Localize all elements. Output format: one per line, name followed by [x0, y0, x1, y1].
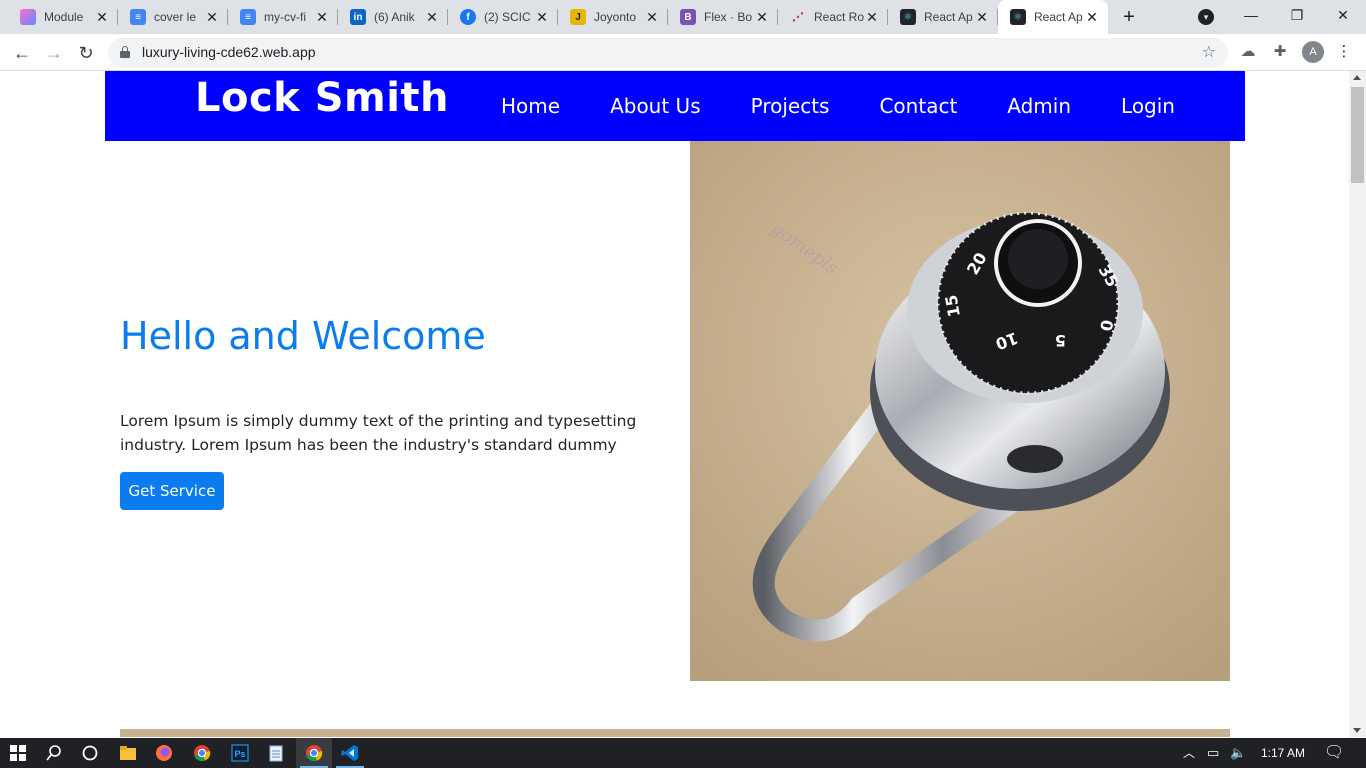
svg-text:Ps: Ps — [235, 749, 246, 759]
linkedin-icon: in — [350, 9, 366, 25]
notepad-icon[interactable] — [258, 738, 294, 768]
site-navbar: Lock Smith Home About Us Projects Contac… — [105, 71, 1245, 141]
browser-toolbar: ← → ↻ luxury-living-cde62.web.app ☆ ☁ ✚ … — [0, 34, 1366, 71]
padlock-image: 20 35 15 0 10 5 gomepls — [690, 141, 1230, 681]
nav-projects[interactable]: Projects — [751, 94, 830, 118]
joyonto-favicon-icon: J — [570, 9, 586, 25]
browser-tab[interactable]: ⋰ React Ro ✕ — [778, 0, 888, 34]
close-tab-icon[interactable]: ✕ — [534, 9, 550, 25]
windows-start-icon[interactable] — [0, 738, 36, 768]
react-icon: ⚛ — [1010, 9, 1026, 25]
show-hidden-icons-icon[interactable]: ︿ — [1183, 738, 1195, 768]
nav-about-us[interactable]: About Us — [610, 94, 701, 118]
file-explorer-icon[interactable] — [110, 738, 146, 768]
close-tab-icon[interactable]: ✕ — [974, 9, 990, 25]
cortana-icon[interactable] — [72, 738, 108, 768]
menu-kebab-icon[interactable]: ⋮ — [1334, 42, 1354, 62]
facebook-icon: f — [460, 9, 476, 25]
browser-tab[interactable]: f (2) SCIC ✕ — [448, 0, 558, 34]
browser-tab[interactable]: B Flex · Bo ✕ — [668, 0, 778, 34]
page-viewport: Lock Smith Home About Us Projects Contac… — [0, 71, 1349, 737]
docs-icon: ≡ — [240, 9, 256, 25]
scroll-down-arrow-icon[interactable] — [1353, 728, 1361, 733]
firefox-icon[interactable] — [146, 738, 182, 768]
scroll-up-arrow-icon[interactable] — [1353, 75, 1361, 80]
chrome-active-icon[interactable] — [296, 738, 332, 768]
dial-number: 15 — [941, 293, 964, 318]
extension-cloud-icon[interactable]: ☁ — [1238, 42, 1258, 62]
lock-icon[interactable] — [120, 46, 130, 58]
tab-strip: Module ✕ ≡ cover le ✕ ≡ my-cv-fi ✕ in (6… — [0, 0, 1366, 34]
close-tab-icon[interactable]: ✕ — [424, 9, 440, 25]
vscode-icon[interactable] — [332, 738, 368, 768]
site-brand[interactable]: Lock Smith — [195, 75, 449, 121]
nav-contact[interactable]: Contact — [879, 94, 957, 118]
volume-icon[interactable]: 🔈 — [1230, 738, 1246, 768]
close-tab-icon[interactable]: ✕ — [204, 9, 220, 25]
new-tab-button[interactable]: + — [1118, 6, 1140, 28]
extensions-puzzle-icon[interactable]: ✚ — [1270, 42, 1290, 62]
clock-time[interactable]: 1:17 AM — [1261, 738, 1305, 768]
browser-tab-active[interactable]: ⚛ React Ap ✕ — [998, 0, 1108, 34]
tab-search-icon[interactable]: ▾ — [1198, 9, 1214, 25]
photoshop-icon[interactable]: Ps — [222, 738, 258, 768]
module-favicon-icon — [20, 9, 36, 25]
docs-icon: ≡ — [130, 9, 146, 25]
reload-icon[interactable]: ↻ — [74, 41, 98, 65]
close-tab-icon[interactable]: ✕ — [1084, 9, 1100, 25]
browser-tab[interactable]: ≡ my-cv-fi ✕ — [228, 0, 338, 34]
browser-tab[interactable]: in (6) Anik ✕ — [338, 0, 448, 34]
nav-admin[interactable]: Admin — [1007, 94, 1071, 118]
battery-icon[interactable]: ▭ — [1207, 738, 1219, 768]
browser-tab[interactable]: ⚛ React Ap ✕ — [888, 0, 998, 34]
back-arrow-icon[interactable]: ← — [10, 41, 34, 65]
address-bar[interactable]: luxury-living-cde62.web.app ☆ — [108, 38, 1228, 67]
scrollbar-thumb[interactable] — [1351, 87, 1364, 183]
windows-taskbar: Ps ︿ ▭ 🔈 1:17 AM 🗨 — [0, 738, 1366, 768]
nav-home[interactable]: Home — [501, 94, 560, 118]
browser-tab[interactable]: J Joyonto ✕ — [558, 0, 668, 34]
react-router-icon: ⋰ — [792, 10, 804, 24]
hero-title: Hello and Welcome — [120, 314, 486, 358]
url-text[interactable]: luxury-living-cde62.web.app — [142, 38, 316, 67]
search-icon[interactable] — [36, 738, 72, 768]
get-service-button[interactable]: Get Service — [120, 472, 224, 510]
react-icon: ⚛ — [900, 9, 916, 25]
nav-links: Home About Us Projects Contact Admin Log… — [501, 71, 1175, 141]
page-scrollbar[interactable] — [1349, 71, 1366, 737]
bootstrap-icon: B — [680, 9, 696, 25]
browser-tab[interactable]: Module ✕ — [8, 0, 118, 34]
dial-number: 5 — [1055, 331, 1066, 350]
close-tab-icon[interactable]: ✕ — [314, 9, 330, 25]
browser-tab[interactable]: ≡ cover le ✕ — [118, 0, 228, 34]
close-window-icon[interactable]: ✕ — [1320, 0, 1366, 30]
restore-icon[interactable]: ❐ — [1274, 0, 1320, 30]
profile-avatar[interactable]: A — [1302, 41, 1324, 63]
nav-login[interactable]: Login — [1121, 94, 1175, 118]
bookmark-star-icon[interactable]: ☆ — [1202, 38, 1216, 67]
minimize-icon[interactable]: — — [1228, 0, 1274, 30]
next-section-image — [120, 729, 1230, 737]
notifications-icon[interactable]: 🗨 — [1324, 738, 1344, 768]
close-tab-icon[interactable]: ✕ — [754, 9, 770, 25]
close-tab-icon[interactable]: ✕ — [644, 9, 660, 25]
close-tab-icon[interactable]: ✕ — [94, 9, 110, 25]
close-tab-icon[interactable]: ✕ — [864, 9, 880, 25]
forward-arrow-icon[interactable]: → — [42, 41, 66, 65]
chrome-icon[interactable] — [184, 738, 220, 768]
hero-text: Lorem Ipsum is simply dummy text of the … — [120, 412, 637, 454]
